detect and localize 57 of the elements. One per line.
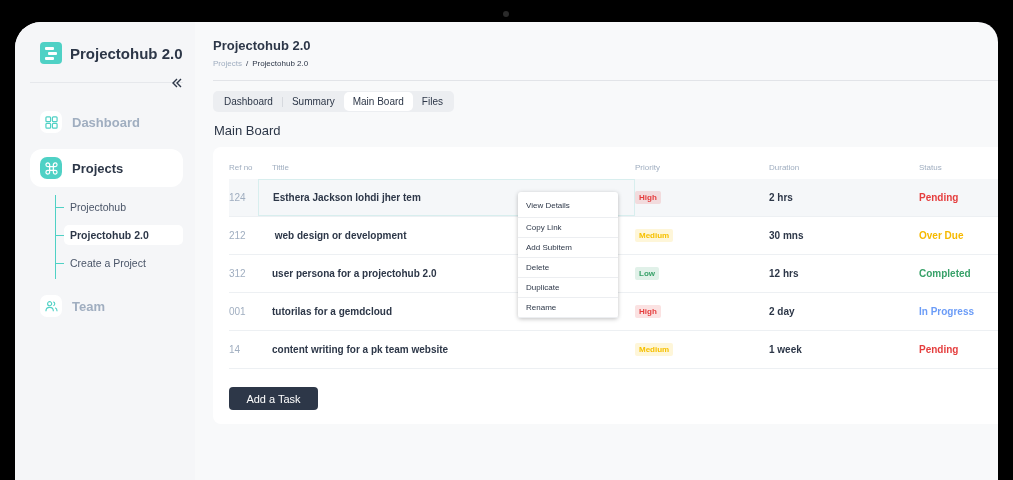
title-cell: Esthera Jackson lohdi jher tem [273, 192, 421, 203]
column-header: Priority [635, 162, 661, 172]
title-cell-text: web design or development [273, 230, 407, 241]
tab[interactable]: Main Board [343, 92, 413, 111]
priority-badge: High [635, 305, 661, 318]
duration-cell-text: 30 mns [769, 230, 805, 241]
app-name: Projectohub 2.0 [70, 44, 183, 62]
column-header: Tittle [272, 162, 291, 172]
menu-item[interactable]: View Details [518, 192, 618, 218]
double-chevron-icon[interactable] [171, 77, 183, 89]
ref-cell-text: 001 [229, 306, 247, 317]
grid-icon [44, 115, 58, 129]
ref-cell-text: 14 [229, 344, 242, 355]
ref-cell-text: 124 [229, 192, 247, 203]
priority-badge: Medium [635, 343, 674, 356]
section-title: Main Board [214, 123, 282, 138]
sidebar-subitem[interactable]: Create a Project [64, 253, 183, 273]
table-row[interactable]: 14 content writing for a pk team website Medium 1 week Pending [229, 331, 998, 369]
status-text: Over Due [919, 230, 965, 241]
column-header: Duration [769, 162, 801, 172]
sidebar-item[interactable]: Projects [30, 149, 183, 187]
status-text: Completed [919, 268, 972, 279]
title-cell: content writing for a pk team website [272, 344, 449, 355]
breadcrumb-separator: / [245, 59, 249, 68]
status-text: Pending [919, 192, 960, 203]
priority-badge: High [635, 191, 661, 204]
page-title: Projectohub 2.0 [213, 38, 312, 53]
title-cell: user persona for a projectohub 2.0 [272, 268, 437, 279]
command-icon [44, 161, 58, 175]
menu-item[interactable]: Add Subitem [518, 238, 618, 258]
duration-cell-text: 2 day [769, 306, 796, 317]
menu-item[interactable]: Rename [518, 298, 618, 318]
menu-item[interactable]: Duplicate [518, 278, 618, 298]
sidebar-subitem[interactable]: Projectohub [64, 197, 183, 217]
column-header: Ref no [229, 162, 254, 172]
tab[interactable]: Summary [282, 92, 344, 111]
column-header: Status [919, 162, 943, 172]
logo-icon [40, 42, 62, 64]
breadcrumb-item: Projectohub 2.0 [252, 59, 309, 68]
menu-item[interactable]: Copy Link [518, 218, 618, 238]
tab[interactable]: Dashboard [215, 92, 282, 111]
tab[interactable]: Files [412, 92, 452, 111]
sidebar-subitem[interactable]: Projectohub 2.0 [64, 225, 183, 245]
status-text: In Progress [919, 306, 976, 317]
priority-badge: Low [635, 267, 659, 280]
add-task-button[interactable]: Add a Task [229, 387, 318, 410]
duration-cell-text: 12 hrs [769, 268, 800, 279]
people-icon [44, 299, 58, 313]
camera-dot [503, 11, 509, 17]
priority-badge: Medium [635, 229, 674, 242]
status-text: Pending [919, 344, 960, 355]
title-cell: tutorilas for a gemdcloud [272, 306, 392, 317]
duration-cell-text: 1 week [769, 344, 803, 355]
menu-item[interactable]: Delete [518, 258, 618, 278]
duration-cell-text: 2 hrs [769, 192, 794, 203]
ref-cell-text: 312 [229, 268, 247, 279]
ref-cell-text: 212 [229, 230, 247, 241]
